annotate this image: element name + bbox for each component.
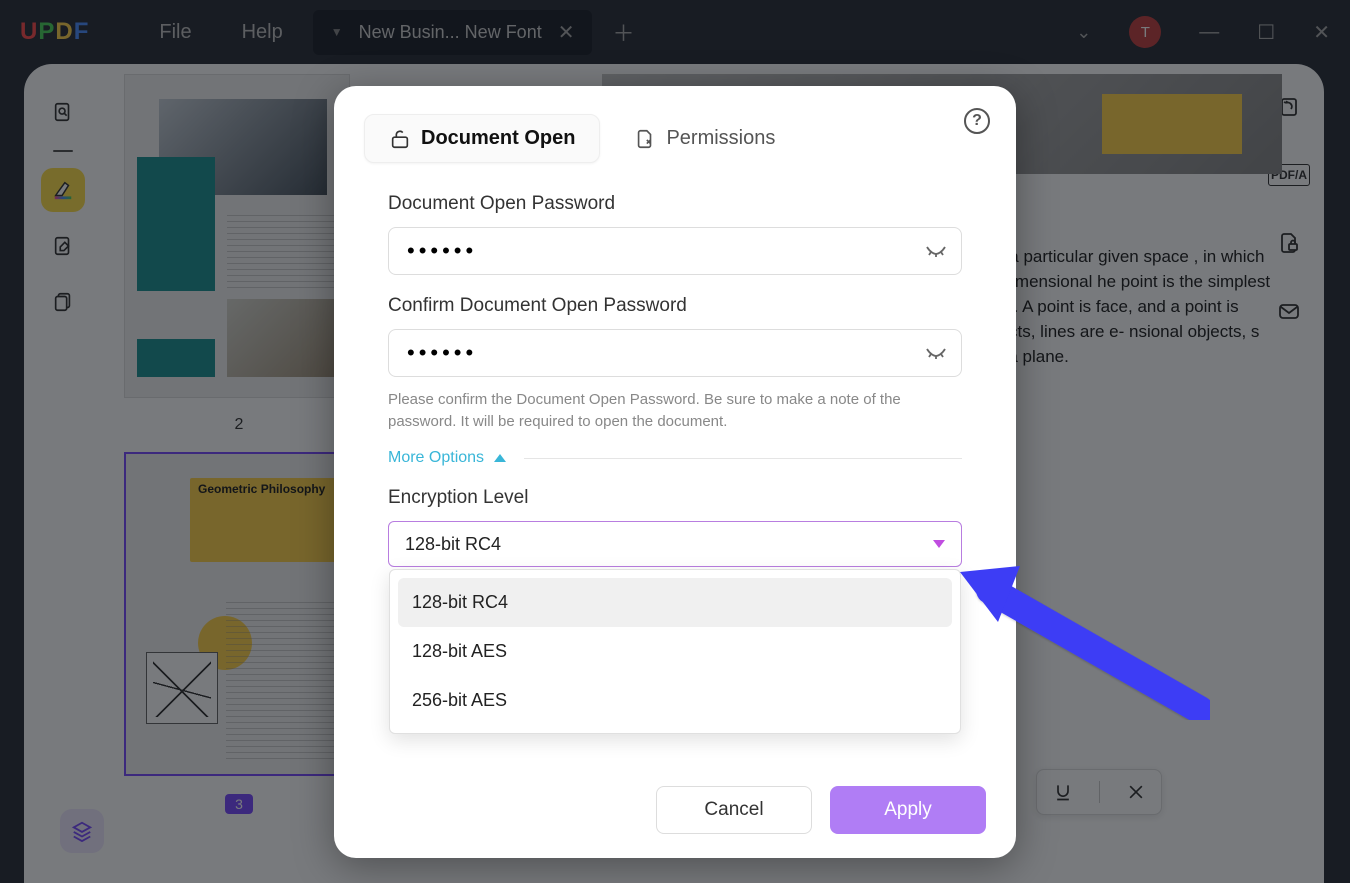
security-modal: ? Document Open Permissions Document Ope… — [334, 86, 1016, 858]
chevron-up-icon — [494, 454, 506, 462]
password-label: Document Open Password — [388, 193, 962, 215]
password-input[interactable] — [388, 227, 962, 275]
show-password-icon[interactable] — [924, 239, 948, 263]
password-helper-text: Please confirm the Document Open Passwor… — [388, 389, 962, 433]
cancel-button[interactable]: Cancel — [656, 786, 812, 834]
tab-permissions-label: Permissions — [666, 127, 775, 150]
tab-document-open[interactable]: Document Open — [364, 114, 600, 163]
dropdown-caret-icon — [933, 540, 945, 548]
help-icon[interactable]: ? — [964, 108, 990, 134]
encryption-dropdown[interactable]: 128-bit RC4 128-bit RC4 128-bit AES 256-… — [388, 521, 962, 567]
confirm-password-label: Confirm Document Open Password — [388, 295, 962, 317]
show-confirm-password-icon[interactable] — [924, 341, 948, 365]
encryption-option[interactable]: 256-bit AES — [398, 676, 952, 725]
tab-permissions[interactable]: Permissions — [610, 114, 799, 163]
encryption-label: Encryption Level — [388, 487, 962, 509]
more-options-label: More Options — [388, 449, 484, 467]
more-options-toggle[interactable]: More Options — [388, 449, 962, 467]
encryption-selected-value: 128-bit RC4 — [405, 534, 501, 555]
encryption-option[interactable]: 128-bit RC4 — [398, 578, 952, 627]
apply-button[interactable]: Apply — [830, 786, 986, 834]
confirm-password-input[interactable] — [388, 329, 962, 377]
encryption-option[interactable]: 128-bit AES — [398, 627, 952, 676]
tab-document-open-label: Document Open — [421, 127, 575, 150]
encryption-dropdown-list: 128-bit RC4 128-bit AES 256-bit AES — [389, 569, 961, 734]
